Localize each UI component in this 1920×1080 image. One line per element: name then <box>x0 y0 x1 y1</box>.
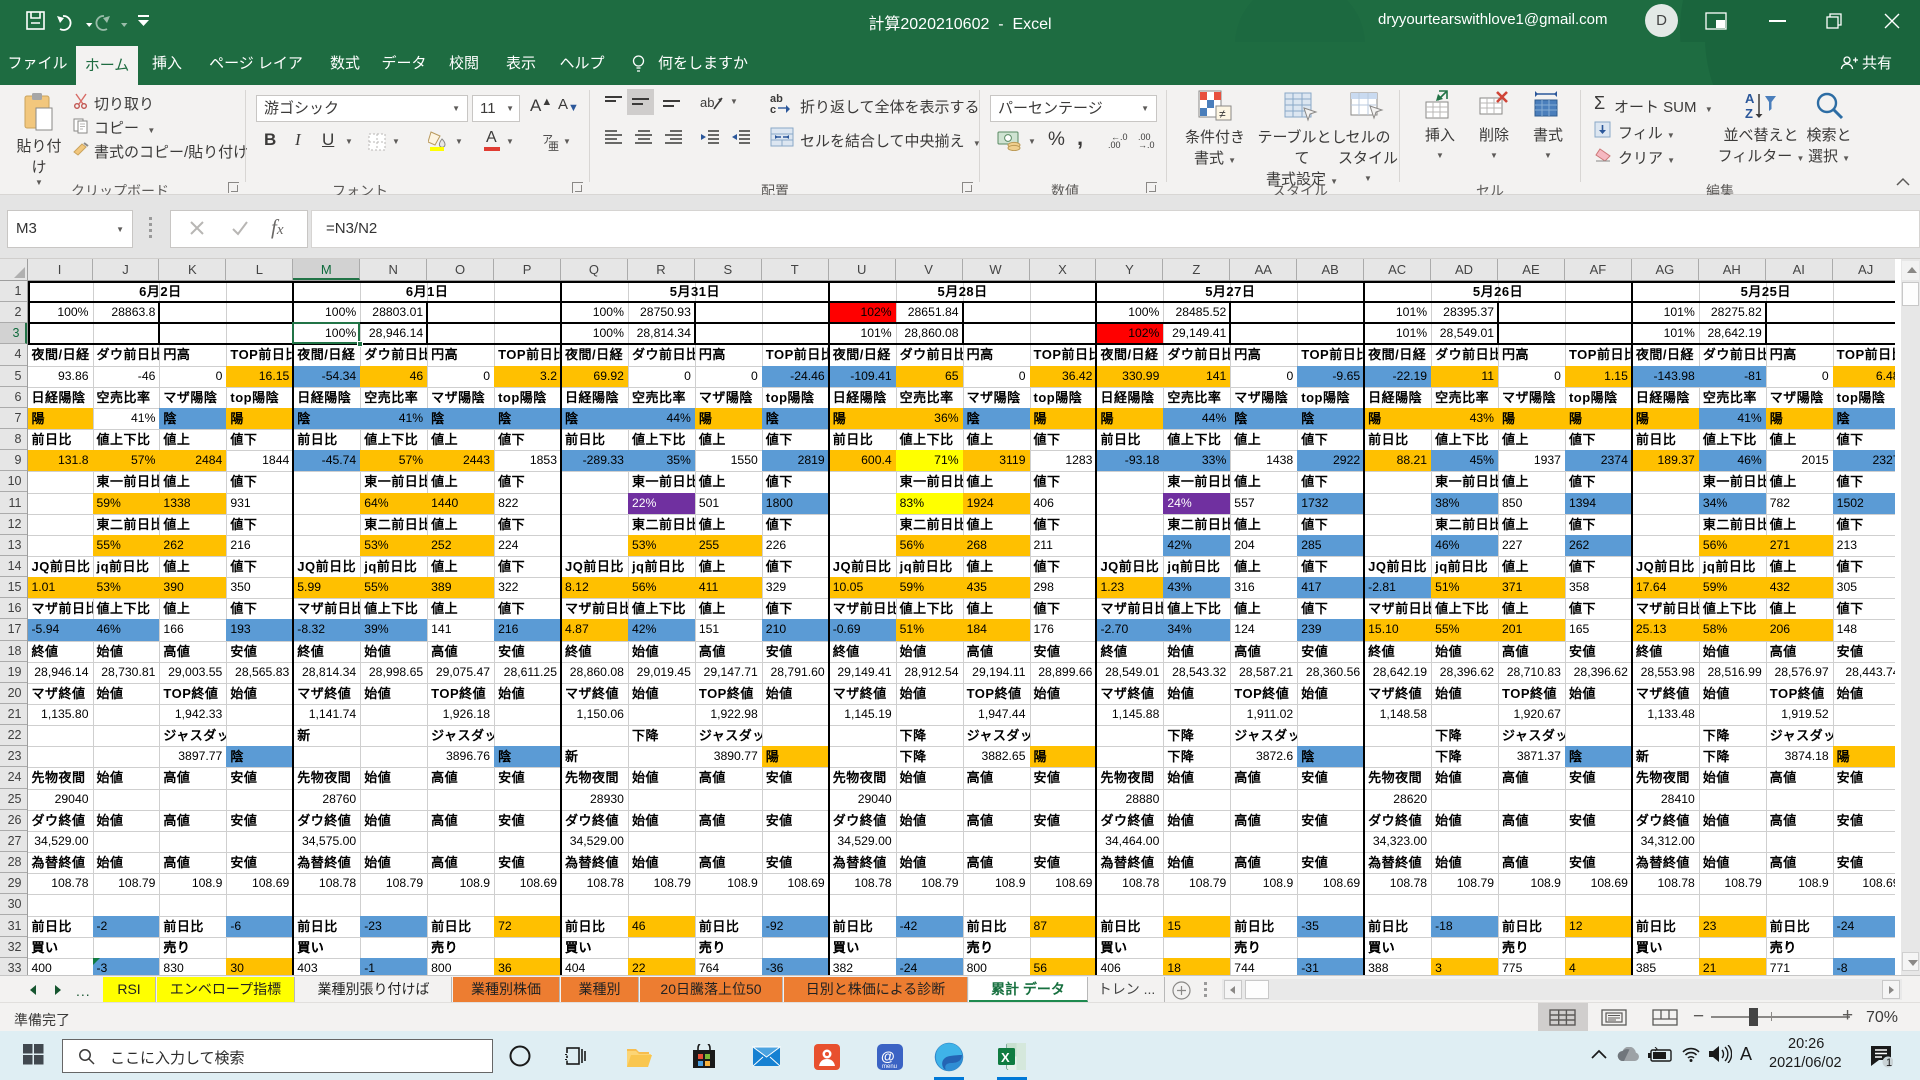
svg-text:menu: menu <box>882 1064 897 1070</box>
svg-text:c: c <box>770 104 776 115</box>
svg-text:A: A <box>1745 91 1755 106</box>
svg-text:Z: Z <box>1745 106 1753 120</box>
svg-text:≠: ≠ <box>1219 107 1226 121</box>
svg-text:1: 1 <box>1886 1057 1892 1068</box>
svg-text:.00: .00 <box>1108 140 1121 149</box>
svg-text:X: X <box>1001 1050 1010 1065</box>
svg-text:→.0: →.0 <box>1138 140 1155 149</box>
svg-text:亜: 亜 <box>548 141 559 151</box>
svg-text:@: @ <box>881 1048 895 1064</box>
svg-text:ab: ab <box>700 95 714 110</box>
